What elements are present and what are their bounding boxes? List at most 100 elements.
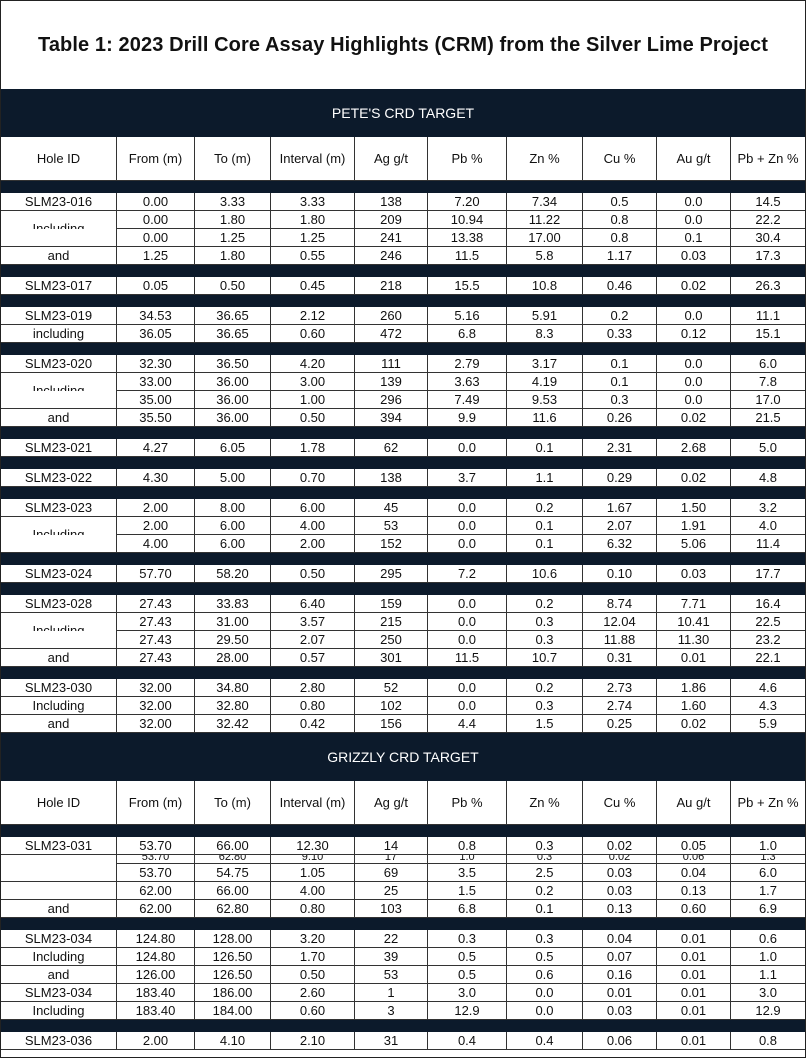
value-cell: 5.16 — [428, 307, 507, 324]
table-row: SLM23-030 32.00 34.80 2.80 52 0.0 0.2 2.73 1.86 4… — [1, 679, 805, 697]
value-cell: 7.8 — [758, 374, 778, 389]
table-title: Table 1: 2023 Drill Core Assay Highlight… — [37, 33, 768, 56]
value-cell: 11.6 — [507, 409, 583, 426]
value-cell: 0.8 — [583, 229, 657, 246]
value-cell: 5.91 — [507, 307, 583, 324]
value-cell: 2.74 — [583, 697, 657, 714]
row-group: SLM23-031 53.70 66.00 12.30 14 0.8 0.3 0.02 0.05… — [1, 837, 805, 918]
value-cell: 0.0 — [428, 613, 507, 630]
value-cell: 12.9 — [428, 1002, 507, 1019]
value-cell: 5.0 — [758, 440, 778, 455]
value-cell: 0.1 — [583, 373, 657, 390]
value-cell: 0.33 — [583, 325, 657, 342]
hole-id-cell — [1, 631, 117, 648]
value-cell: 0.2 — [507, 679, 583, 696]
value-cell: 1.00 — [271, 391, 355, 408]
value-cell: 10.94 — [428, 211, 507, 228]
value-cell: 0.02 — [657, 715, 731, 732]
value-cell: 0.01 — [657, 649, 731, 666]
value-cell: 10.6 — [507, 565, 583, 582]
group-divider — [1, 487, 805, 499]
value-cell: 26.3 — [755, 278, 781, 293]
table-row: SLM23-021 4.27 6.05 1.78 62 0.0 0.1 2.31 2.68 5.0 — [1, 439, 805, 457]
column-header: Hole ID — [1, 137, 117, 180]
hole-id-cell — [1, 864, 117, 881]
value-cell: 3.57 — [271, 613, 355, 630]
value-cell: 0.05 — [657, 837, 731, 854]
value-cell: 7.34 — [507, 193, 583, 210]
section-header: PETE'S CRD TARGET — [1, 89, 805, 137]
table-row: and 62.00 62.80 0.80 103 6.8 0.1 0.13 0.60 6.9 — [1, 900, 805, 918]
value-cell: 301 — [355, 649, 428, 666]
table-row: SLM23-034 124.80 128.00 3.20 22 0.3 0.3 0.04 0.0… — [1, 930, 805, 948]
value-cell: 35.00 — [117, 391, 195, 408]
value-cell: 62 — [355, 439, 428, 456]
value-cell: 0.70 — [271, 469, 355, 486]
value-cell: 0.6 — [758, 931, 778, 946]
value-cell: 4.0 — [758, 518, 778, 533]
value-cell: 0.16 — [583, 966, 657, 983]
column-header: Pb % — [428, 137, 507, 180]
value-cell: 35.50 — [117, 409, 195, 426]
value-cell: 0.50 — [271, 409, 355, 426]
value-cell: 10.41 — [657, 613, 731, 630]
value-cell: 5.8 — [507, 247, 583, 264]
value-cell: 4.27 — [117, 439, 195, 456]
value-cell: 1.3 — [760, 855, 776, 863]
value-cell: 124.80 — [117, 930, 195, 947]
hole-id-cell: SLM23-016 — [1, 193, 117, 210]
value-cell: 36.50 — [195, 355, 271, 372]
value-cell: 4.19 — [507, 373, 583, 390]
value-cell: 69 — [355, 864, 428, 881]
table-row: SLM23-034 183.40 186.00 2.60 1 3.0 0.0 0.01 0.01… — [1, 984, 805, 1002]
value-cell: 15.5 — [428, 277, 507, 294]
group-divider — [1, 295, 805, 307]
value-cell: 218 — [355, 277, 428, 294]
value-cell: 32.00 — [117, 697, 195, 714]
assay-table: PETE'S CRD TARGET Hole ID From (m) To (m) In… — [1, 89, 805, 1050]
value-cell: 0.0 — [657, 391, 731, 408]
value-cell: 1.1 — [758, 967, 778, 982]
value-cell: 128.00 — [195, 930, 271, 947]
group-divider — [1, 343, 805, 355]
value-cell: 33.83 — [195, 595, 271, 612]
value-cell: 0.0 — [428, 439, 507, 456]
value-cell: 1.25 — [195, 229, 271, 246]
value-cell: 0.0 — [428, 679, 507, 696]
value-cell: 11.30 — [657, 631, 731, 648]
hole-id-cell: Including — [1, 948, 117, 965]
value-cell: 9.53 — [507, 391, 583, 408]
value-cell: 27.43 — [117, 631, 195, 648]
value-cell: 0.5 — [507, 948, 583, 965]
value-cell: 30.4 — [755, 230, 781, 245]
column-header: Ag g/t — [355, 137, 428, 180]
value-cell: 0.02 — [583, 855, 657, 863]
value-cell: 394 — [355, 409, 428, 426]
value-cell: 139 — [355, 373, 428, 390]
value-cell: 241 — [355, 229, 428, 246]
value-cell: 0.6 — [507, 966, 583, 983]
value-cell: 6.05 — [195, 439, 271, 456]
value-cell: 0.4 — [507, 1032, 583, 1049]
hole-id-cell: SLM23-021 — [1, 439, 117, 456]
value-cell: 209 — [355, 211, 428, 228]
value-cell: 2.79 — [428, 355, 507, 372]
row-group: SLM23-023 2.00 8.00 6.00 45 0.0 0.2 1.67 1.50 3.2… — [1, 499, 805, 553]
group-divider — [1, 918, 805, 930]
value-cell: 27.43 — [117, 613, 195, 630]
value-cell: 0.13 — [583, 900, 657, 917]
value-cell: 0.57 — [271, 649, 355, 666]
column-header-row: Hole ID From (m) To (m) Interval (m) Ag g/t P… — [1, 137, 805, 181]
value-cell: 32.42 — [195, 715, 271, 732]
value-cell: 0.01 — [657, 984, 731, 1001]
value-cell: 4.30 — [117, 469, 195, 486]
value-cell: 1.86 — [657, 679, 731, 696]
value-cell: 53.70 — [117, 855, 195, 863]
value-cell: 21.5 — [755, 410, 781, 425]
group-divider — [1, 427, 805, 439]
table-row: Including 124.80 126.50 1.70 39 0.5 0.5 0.07 0.0… — [1, 948, 805, 966]
value-cell: 0.0 — [657, 211, 731, 228]
value-cell: 3.33 — [271, 193, 355, 210]
value-cell: 2.07 — [583, 517, 657, 534]
hole-id-cell — [1, 535, 117, 552]
